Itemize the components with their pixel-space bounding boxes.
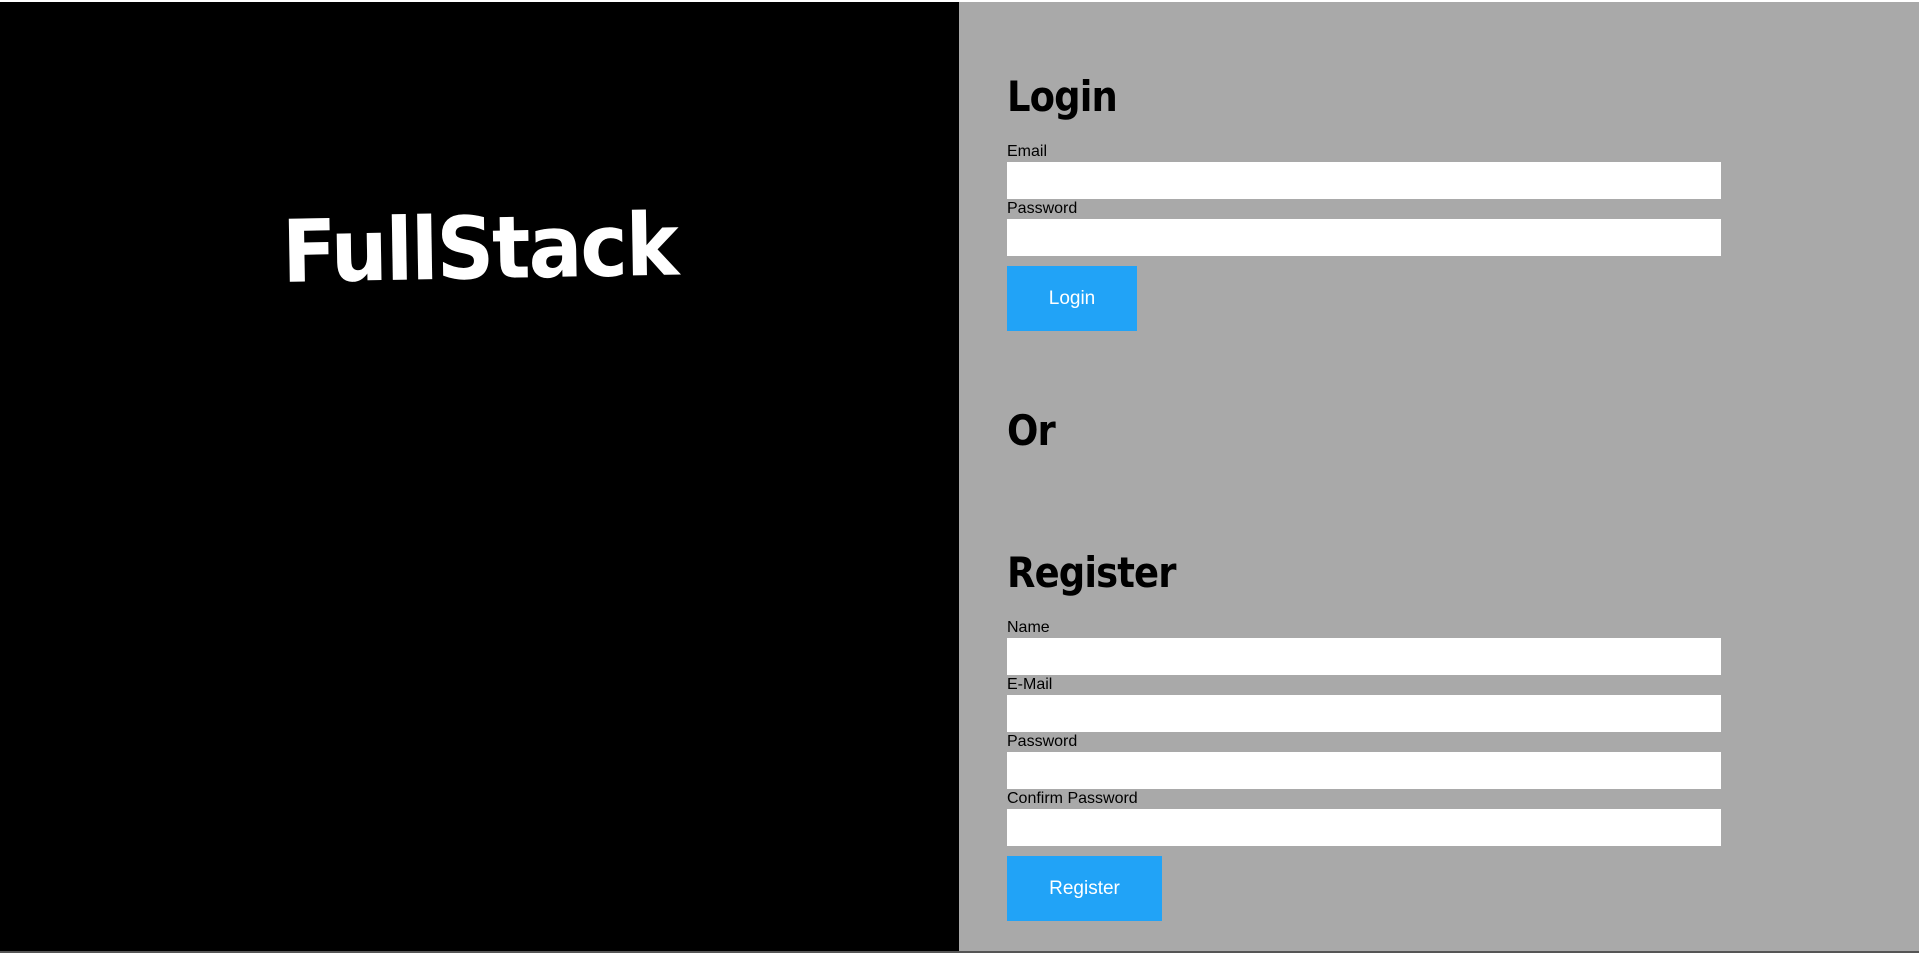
brand-title: FullStack (281, 194, 678, 303)
brand-panel: FullStack (0, 2, 959, 951)
register-name-label: Name (1007, 619, 1050, 636)
login-password-label: Password (1007, 200, 1078, 217)
auth-panel: Login Email Password Login Or Register N… (959, 2, 1919, 951)
page: FullStack Login Email Password Login Or … (0, 0, 1919, 953)
or-separator: Or (1007, 406, 1056, 455)
register-email-label: E-Mail (1007, 676, 1053, 693)
login-email-label: Email (1007, 143, 1048, 160)
login-button[interactable]: Login (1007, 266, 1137, 331)
register-button[interactable]: Register (1007, 856, 1162, 921)
register-email-input[interactable] (1007, 695, 1721, 732)
login-heading: Login (1007, 72, 1118, 121)
register-password-input[interactable] (1007, 752, 1721, 789)
register-name-input[interactable] (1007, 638, 1721, 675)
register-confirm-password-input[interactable] (1007, 809, 1721, 846)
register-confirm-password-label: Confirm Password (1007, 790, 1138, 807)
register-password-label: Password (1007, 733, 1078, 750)
register-heading: Register (1007, 548, 1176, 597)
login-email-input[interactable] (1007, 162, 1721, 199)
login-password-input[interactable] (1007, 219, 1721, 256)
